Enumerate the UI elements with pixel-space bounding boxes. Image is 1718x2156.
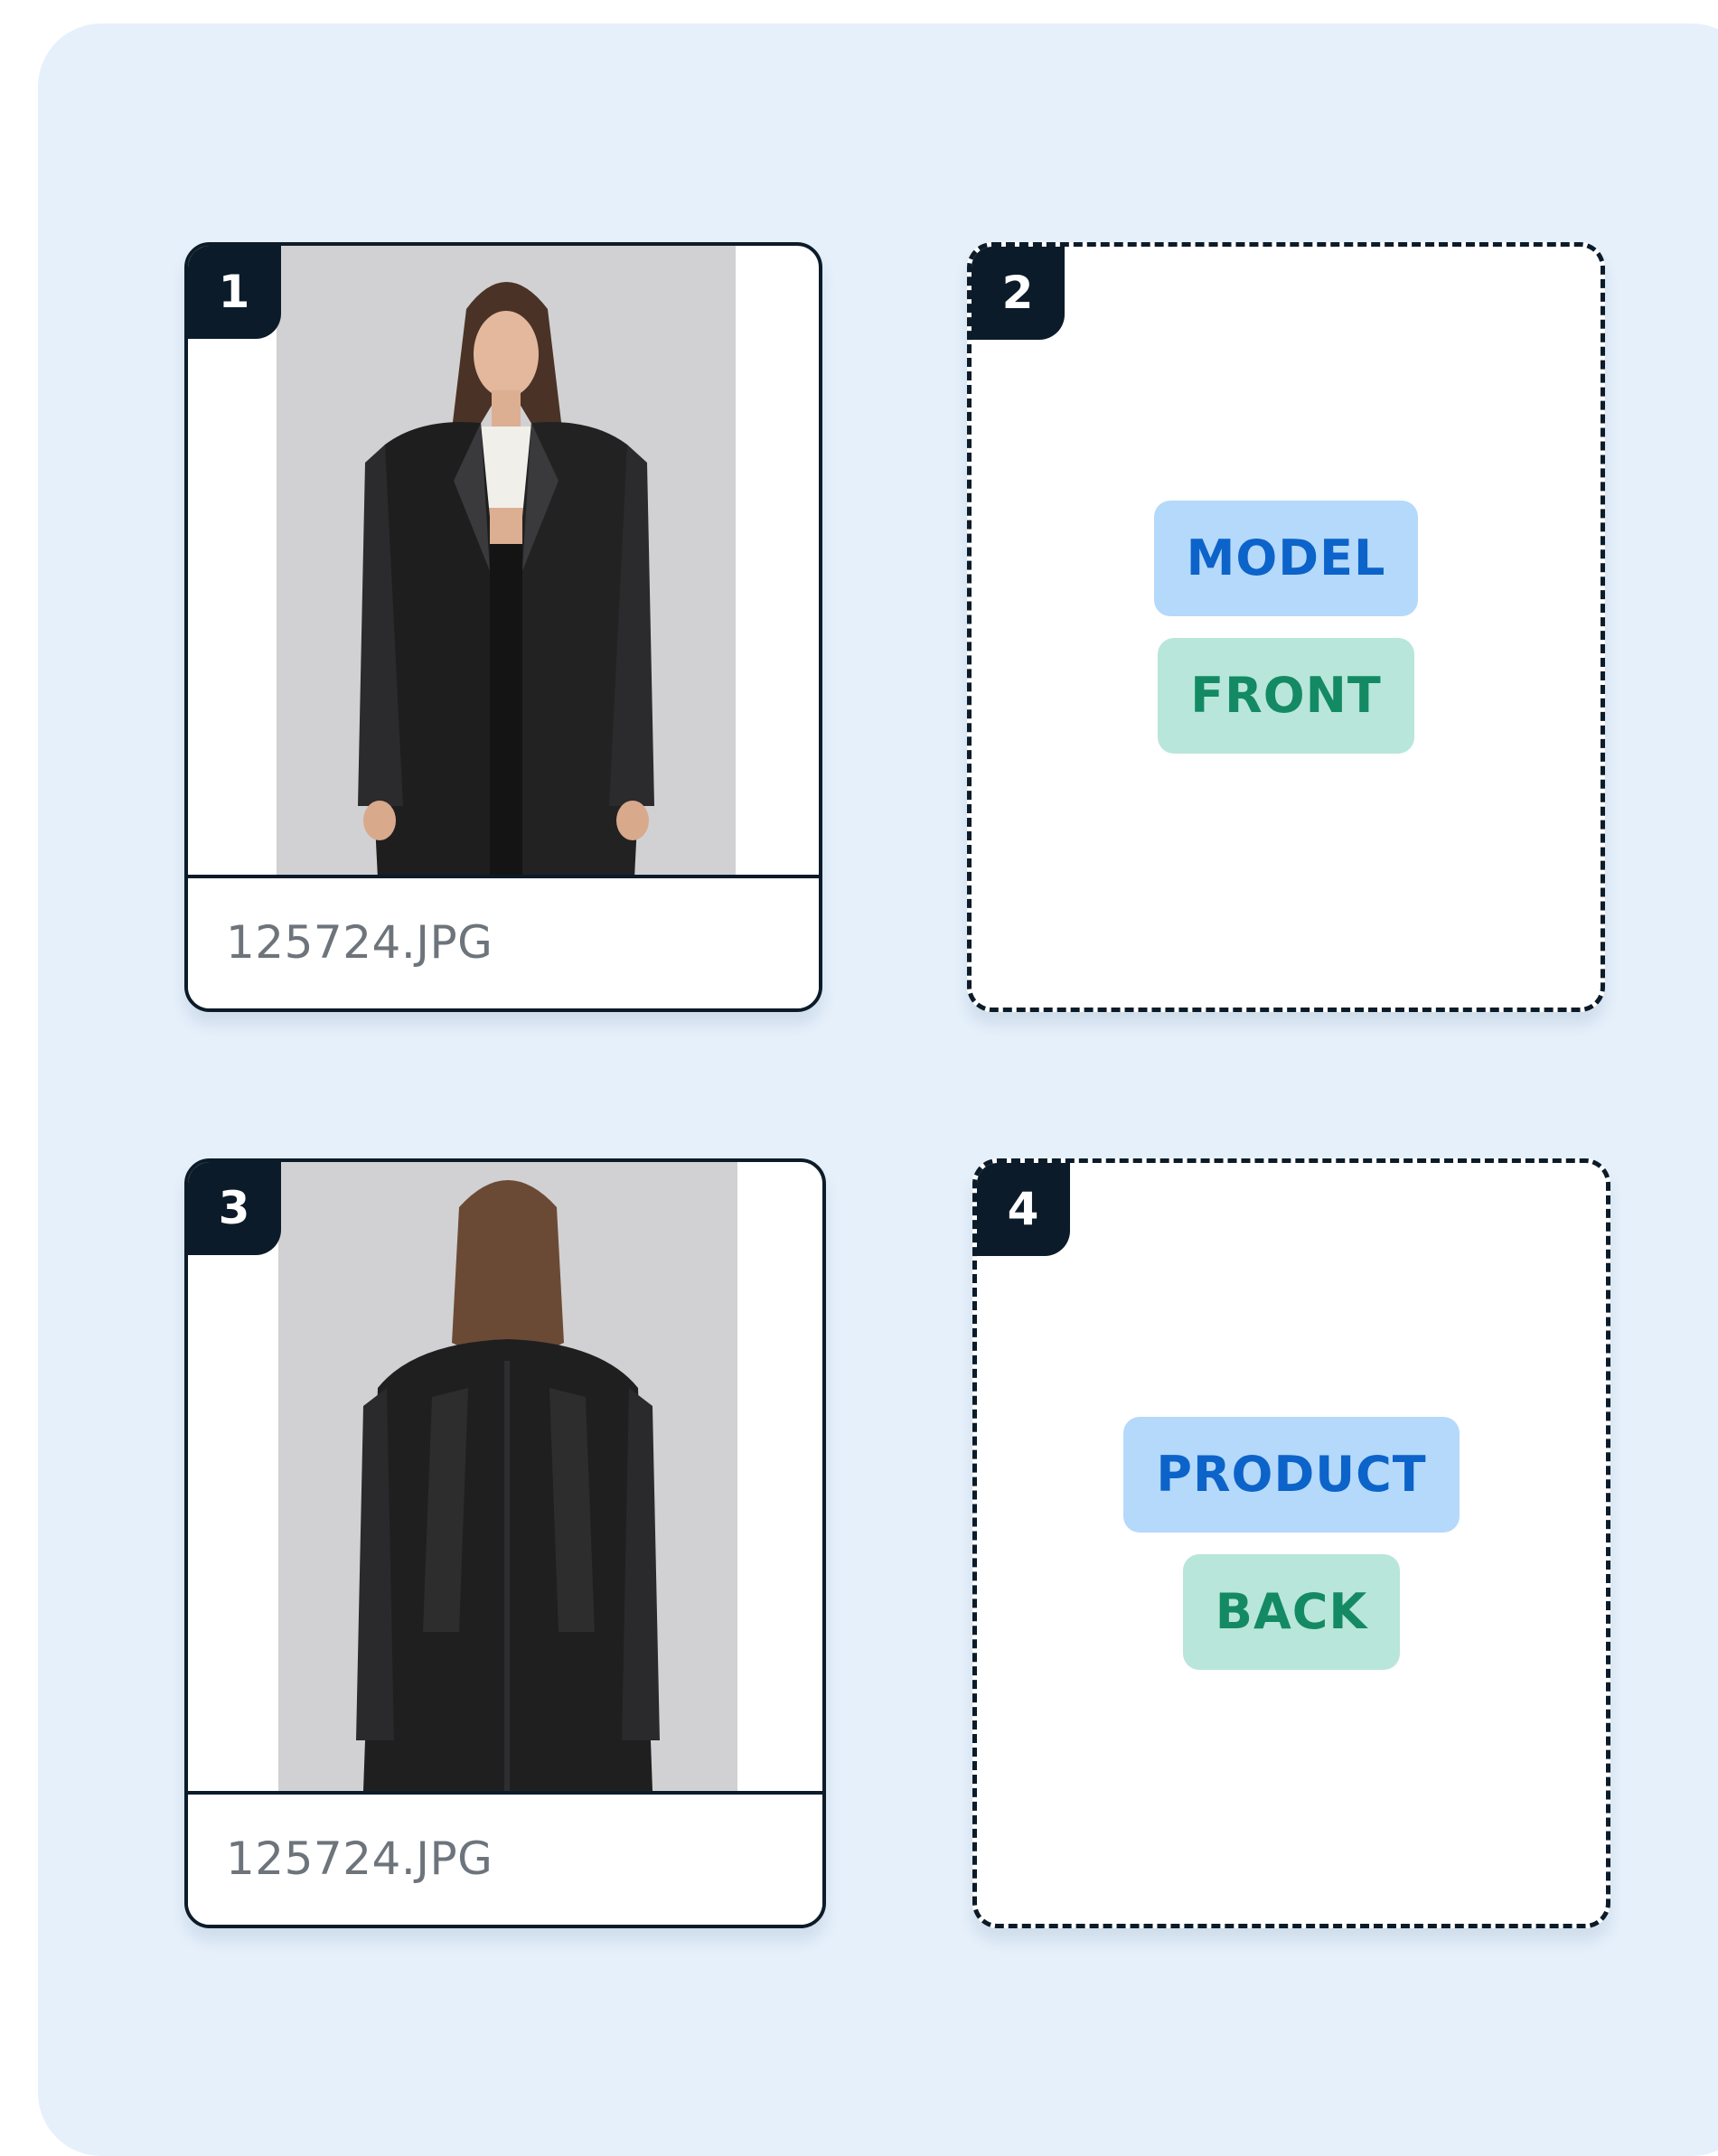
filename-label: 125724.JPG xyxy=(226,1833,493,1885)
image-slot-3[interactable]: 3 125724.JPG xyxy=(184,1158,826,1928)
model-back-photo xyxy=(278,1162,737,1791)
slot-tags: MODEL FRONT xyxy=(972,501,1601,754)
slot-number-badge: 3 xyxy=(188,1162,281,1255)
slot-number-badge: 2 xyxy=(972,247,1065,340)
slot-number-badge: 4 xyxy=(977,1163,1070,1256)
tag-shot-type: MODEL xyxy=(1153,501,1419,616)
image-slot-2[interactable]: 2 MODEL FRONT xyxy=(967,242,1605,1012)
filename-label: 125724.JPG xyxy=(226,916,493,969)
product-photo-front xyxy=(277,246,736,875)
model-front-photo xyxy=(277,246,736,875)
slot-number-badge: 1 xyxy=(188,246,281,339)
tag-view: FRONT xyxy=(1158,638,1414,754)
image-slot-4[interactable]: 4 PRODUCT BACK xyxy=(972,1158,1610,1928)
tag-view: BACK xyxy=(1182,1554,1401,1670)
filename-bar: 125724.JPG xyxy=(188,875,819,1008)
product-photo-back xyxy=(278,1162,737,1791)
slot-tags: PRODUCT BACK xyxy=(977,1417,1606,1670)
tag-shot-type: PRODUCT xyxy=(1123,1417,1460,1533)
filename-bar: 125724.JPG xyxy=(188,1791,822,1925)
image-slot-1[interactable]: 1 125724.JPG xyxy=(184,242,822,1012)
